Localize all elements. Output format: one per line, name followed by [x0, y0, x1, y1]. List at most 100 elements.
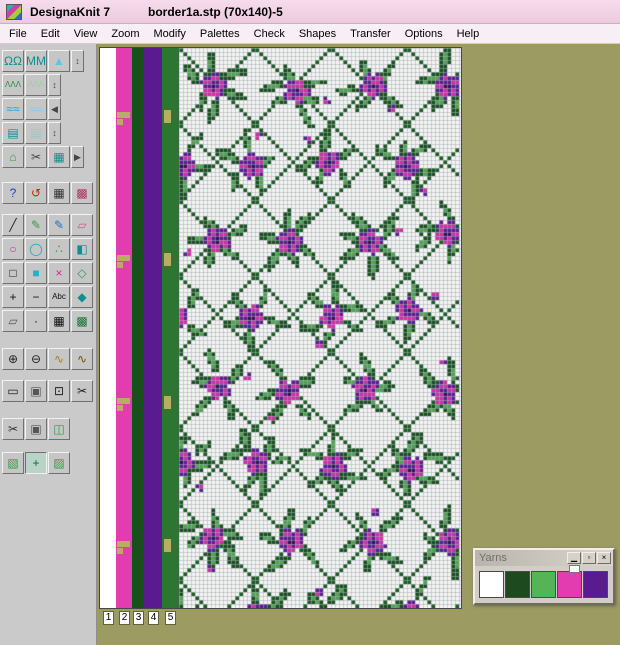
texture-stitch-tool[interactable]: ΛΛΛ [2, 74, 24, 96]
menu-edit[interactable]: Edit [34, 26, 67, 42]
garment-piece-tool[interactable]: ⌂ [2, 146, 24, 168]
fill-tool[interactable]: ◧ [71, 238, 93, 260]
scroll-updown-2[interactable]: ↕ [48, 74, 61, 96]
point-tool[interactable]: · [25, 310, 47, 332]
cut-garment-tool[interactable]: ✂ [25, 146, 47, 168]
stitch-symbol-tool-icon: ΩΩ [4, 55, 22, 67]
text-tool[interactable]: Abc [48, 286, 70, 308]
color-picker-tool[interactable]: ◆ [71, 286, 93, 308]
circle-tool[interactable]: ○ [2, 238, 24, 260]
select-dashed-tool[interactable]: ⊡ [48, 380, 70, 402]
spray-tool[interactable]: ∴ [48, 238, 70, 260]
rect-tool[interactable]: □ [2, 262, 24, 284]
move-motif-tool[interactable]: + [25, 452, 47, 474]
yarn-wave-tool[interactable]: ≈≈ [2, 98, 24, 120]
menu-zoom[interactable]: Zoom [104, 26, 146, 42]
scroll-left-arrow-icon: ◀ [51, 105, 58, 114]
pencil-tool[interactable]: ✎ [25, 214, 47, 236]
yarns-minimize-button[interactable]: ▁ [567, 552, 581, 564]
scroll-updown-3[interactable]: ↕ [48, 122, 61, 144]
line-tool[interactable]: ╱ [2, 214, 24, 236]
scroll-updown-1[interactable]: ↕ [71, 50, 84, 72]
scroll-left-arrow[interactable]: ◀ [48, 98, 61, 120]
diamond-tool[interactable]: ◇ [71, 262, 93, 284]
spray-tool-icon: ∴ [55, 243, 63, 255]
help-tool-icon: ? [10, 187, 17, 199]
menu-check[interactable]: Check [247, 26, 292, 42]
repeat-pattern-tool[interactable]: ▧ [2, 452, 24, 474]
shape-overlay-tool-icon: ▲ [53, 55, 65, 67]
app-title: DesignaKnit 7 [30, 5, 110, 19]
pen-tool[interactable]: ✎ [48, 214, 70, 236]
stitch-view-tool[interactable]: ΜΜ [25, 50, 47, 72]
yarns-close-button[interactable]: × [597, 552, 611, 564]
copy-page-tool[interactable]: ◫ [48, 418, 70, 440]
lasso-tool[interactable]: ∿ [48, 348, 70, 370]
yarns-title-bar[interactable]: Yarns ▁▫× [475, 550, 613, 566]
yarn-column-1[interactable] [100, 48, 116, 608]
yarn-wave-alt-tool[interactable]: ≈≈ [25, 98, 47, 120]
snapshot-tool-icon: ▣ [30, 423, 41, 435]
row-marker [164, 253, 171, 266]
shear-tool[interactable]: ▱ [2, 310, 24, 332]
texture-stitch-alt-tool[interactable]: ΛΛΛ [25, 74, 47, 96]
cross-stitch-tool[interactable]: × [48, 262, 70, 284]
text-tool-icon: Abc [52, 293, 66, 301]
menu-options[interactable]: Options [398, 26, 450, 42]
yarns-title: Yarns [479, 552, 566, 564]
zoom-out-tool[interactable]: ⊖ [25, 348, 47, 370]
menu-shapes[interactable]: Shapes [292, 26, 343, 42]
menu-file[interactable]: File [2, 26, 34, 42]
grid-view-tool[interactable]: ▦ [48, 182, 70, 204]
stitch-symbol-tool[interactable]: ΩΩ [2, 50, 24, 72]
scissors-tool[interactable]: ✂ [2, 418, 24, 440]
pattern-canvas[interactable] [179, 48, 461, 608]
column-number-5: 5 [165, 611, 176, 625]
filled-rect-tool-icon: ■ [32, 267, 39, 279]
scroll-updown-1-icon: ↕ [75, 57, 80, 66]
yarn-column-4[interactable] [144, 48, 162, 608]
lasso-alt-tool[interactable]: ∿ [71, 348, 93, 370]
yarn-column-5[interactable] [162, 48, 179, 608]
snapshot-tool[interactable]: ▣ [25, 418, 47, 440]
select-rect-tool-icon: ▭ [7, 385, 18, 397]
yarn-swatch-yarn-2-dark-green[interactable] [505, 571, 530, 598]
mirror-pattern-tool[interactable]: ▨ [48, 452, 70, 474]
swatch-grid-tool[interactable]: ▦ [48, 146, 70, 168]
menu-transfer[interactable]: Transfer [343, 26, 398, 42]
column-number-3: 3 [133, 611, 144, 625]
help-tool[interactable]: ? [2, 182, 24, 204]
zoom-in-tool[interactable]: ⊕ [2, 348, 24, 370]
menu-view[interactable]: View [67, 26, 105, 42]
yarn-column-2[interactable] [116, 48, 132, 608]
select-rect-tool[interactable]: ▭ [2, 380, 24, 402]
menu-modify[interactable]: Modify [146, 26, 192, 42]
machine-bed-alt-tool[interactable]: ▤ [25, 122, 47, 144]
menu-palettes[interactable]: Palettes [193, 26, 247, 42]
undo-tool[interactable]: ↺ [25, 182, 47, 204]
insert-stitch-tool[interactable]: + [2, 286, 24, 308]
yarn-column-3[interactable] [132, 48, 144, 608]
machine-bed-tool-icon: ▤ [7, 127, 18, 139]
delete-stitch-tool[interactable]: − [25, 286, 47, 308]
select-dashed-tool-icon: ⊡ [54, 385, 64, 397]
eraser-tool[interactable]: ▱ [71, 214, 93, 236]
shape-overlay-tool[interactable]: ▲ [48, 50, 70, 72]
palette-tool-icon: ▩ [76, 187, 87, 199]
menu-help[interactable]: Help [450, 26, 487, 42]
scroll-right-arrow[interactable]: ▶ [71, 146, 84, 168]
yarn-swatch-yarn-3-light-green[interactable] [531, 571, 556, 598]
ellipse-tool[interactable]: ◯ [25, 238, 47, 260]
select-filled-tool[interactable]: ▣ [25, 380, 47, 402]
yarn-swatch-yarn-4-magenta[interactable] [557, 571, 582, 598]
check-pattern-tool[interactable]: ▦ [48, 310, 70, 332]
palette-tool[interactable]: ▩ [71, 182, 93, 204]
yarns-restore-button[interactable]: ▫ [582, 552, 596, 564]
color-pattern-tool[interactable]: ▩ [71, 310, 93, 332]
cut-selection-tool[interactable]: ✂ [71, 380, 93, 402]
yarn-swatch-yarn-1-none[interactable] [479, 571, 504, 598]
machine-bed-tool[interactable]: ▤ [2, 122, 24, 144]
row-marker [117, 112, 130, 118]
filled-rect-tool[interactable]: ■ [25, 262, 47, 284]
yarn-swatch-yarn-5-purple[interactable] [583, 571, 608, 598]
